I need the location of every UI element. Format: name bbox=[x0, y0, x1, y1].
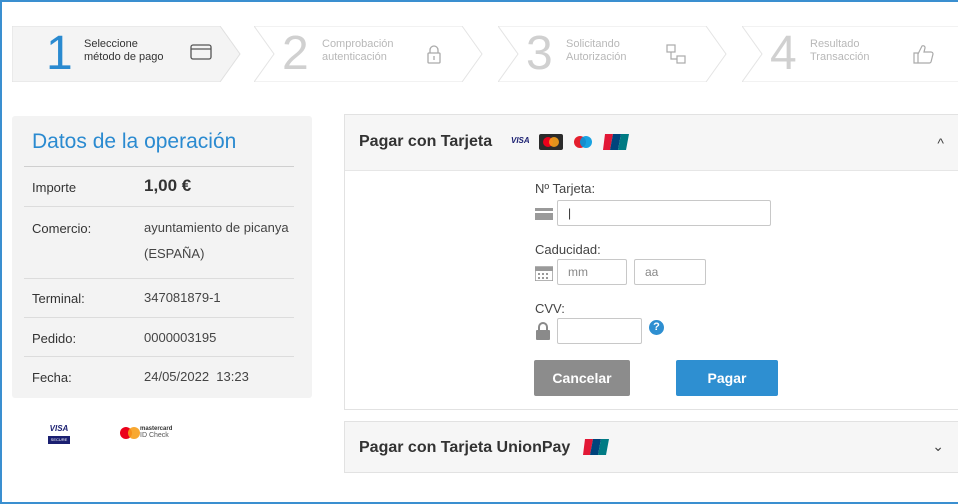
row-label: Terminal: bbox=[32, 291, 85, 306]
cvv-help-icon[interactable]: ? bbox=[649, 320, 664, 335]
mastercard-icon bbox=[539, 134, 563, 155]
row-label: Importe bbox=[32, 180, 77, 195]
card-icon bbox=[190, 44, 212, 65]
card-payment-header[interactable]: Pagar con Tarjeta VISA ^ bbox=[345, 115, 958, 171]
unionpay-section: Pagar con Tarjeta UnionPay ⌄ bbox=[344, 421, 958, 473]
terminal-value: 347081879-1 bbox=[144, 290, 221, 305]
expiry-month-input[interactable]: mm bbox=[557, 259, 627, 285]
card-payment-section: Pagar con Tarjeta VISA ^ Nº Tarjeta: | C… bbox=[344, 114, 958, 410]
card-number-icon bbox=[535, 207, 553, 225]
visa-icon: VISA bbox=[511, 136, 530, 145]
collapse-chevron-icon[interactable]: ^ bbox=[937, 135, 944, 151]
cancel-button[interactable]: Cancelar bbox=[534, 360, 630, 396]
row-fecha: Fecha: 24/05/2022 13:23 bbox=[24, 357, 294, 396]
step-number: 2 bbox=[282, 27, 309, 80]
maestro-icon bbox=[571, 134, 595, 155]
merchant-value: ayuntamiento de picanya (ESPAÑA) bbox=[144, 220, 289, 261]
step-2: 2 Comprobación autenticación bbox=[254, 26, 484, 82]
order-value: 0000003195 bbox=[144, 330, 217, 345]
step-label: Seleccione método de pago bbox=[84, 38, 164, 63]
unionpay-icon bbox=[583, 439, 609, 460]
card-number-label: Nº Tarjeta: bbox=[535, 181, 596, 196]
mastercard-id-check-logo: mastercard ID Check bbox=[120, 426, 200, 446]
network-icon bbox=[666, 44, 686, 69]
step-number: 4 bbox=[770, 27, 797, 80]
row-importe: Importe 1,00 € bbox=[24, 167, 294, 207]
expand-chevron-icon[interactable]: ⌄ bbox=[932, 438, 944, 455]
step-1: 1 Seleccione método de pago bbox=[12, 26, 242, 82]
step-3: 3 Solicitando Autorización bbox=[498, 26, 728, 82]
unionpay-icon bbox=[603, 134, 629, 155]
thumbs-up-icon bbox=[912, 44, 934, 69]
row-pedido: Pedido: 0000003195 bbox=[24, 318, 294, 357]
card-payment-title: Pagar con Tarjeta bbox=[359, 133, 493, 150]
calendar-icon bbox=[534, 265, 554, 286]
cvv-label: CVV: bbox=[535, 301, 565, 316]
row-comercio: Comercio: ayuntamiento de picanya (ESPAÑA… bbox=[24, 207, 294, 279]
operation-title: Datos de la operación bbox=[32, 130, 237, 153]
visa-secure-logo: VISA SECURE bbox=[48, 424, 70, 444]
amount-value: 1,00 € bbox=[144, 176, 192, 195]
step-label: Resultado Transacción bbox=[810, 38, 870, 63]
unionpay-header[interactable]: Pagar con Tarjeta UnionPay ⌄ bbox=[345, 422, 958, 472]
step-label: Solicitando Autorización bbox=[566, 38, 627, 63]
step-4: 4 Resultado Transacción bbox=[742, 26, 958, 82]
unionpay-title: Pagar con Tarjeta UnionPay bbox=[359, 439, 571, 456]
card-number-input[interactable]: | bbox=[557, 200, 771, 226]
step-number: 3 bbox=[526, 27, 553, 80]
expiry-year-input[interactable]: aa bbox=[634, 259, 706, 285]
row-label: Pedido: bbox=[32, 331, 77, 346]
lock-icon bbox=[536, 322, 550, 345]
operation-panel: Datos de la operación Importe 1,00 € Com… bbox=[12, 116, 312, 398]
row-terminal: Terminal: 347081879-1 bbox=[24, 279, 294, 318]
row-label: Fecha: bbox=[32, 370, 72, 385]
step-label: Comprobación autenticación bbox=[322, 38, 394, 63]
pay-button[interactable]: Pagar bbox=[676, 360, 778, 396]
date-value: 24/05/2022 13:23 bbox=[144, 369, 249, 384]
payment-steps: 1 Seleccione método de pago 2 Comprobació… bbox=[12, 18, 958, 90]
lock-icon bbox=[426, 44, 442, 69]
step-number: 1 bbox=[46, 27, 73, 80]
row-label: Comercio: bbox=[32, 221, 92, 236]
cvv-input[interactable] bbox=[557, 318, 642, 344]
expiry-label: Caducidad: bbox=[535, 242, 601, 257]
